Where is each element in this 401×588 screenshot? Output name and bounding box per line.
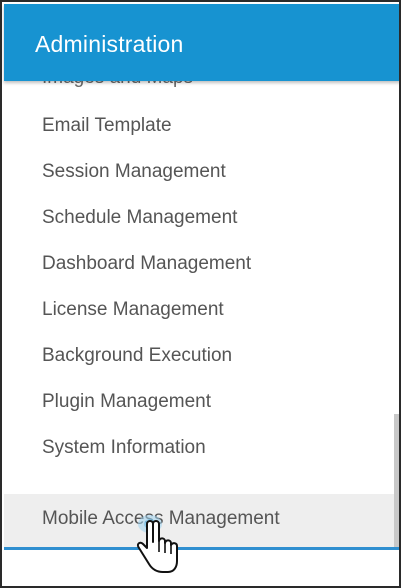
menu-item-license-management[interactable]: License Management <box>4 287 394 333</box>
menu-item-system-information[interactable]: System Information <box>4 425 394 471</box>
panel-header: Administration <box>4 4 399 81</box>
panel-title: Administration <box>35 31 184 57</box>
menu-item-background-execution[interactable]: Background Execution <box>4 333 394 379</box>
menu-item-dashboard-management[interactable]: Dashboard Management <box>4 241 394 287</box>
scrollbar-thumb[interactable] <box>394 414 399 548</box>
hand-pointer-icon <box>134 512 180 576</box>
menu-item-email-template[interactable]: Email Template <box>4 103 394 149</box>
menu-item-schedule-management[interactable]: Schedule Management <box>4 195 394 241</box>
administration-panel: Administration Images and Maps Email Tem… <box>0 0 401 588</box>
bottom-blank-area <box>4 550 399 586</box>
menu-item-session-management[interactable]: Session Management <box>4 149 394 195</box>
menu-item-images-and-maps[interactable]: Images and Maps <box>4 81 394 101</box>
menu-item-mobile-access-management[interactable]: Mobile Access Management <box>4 494 394 548</box>
menu-item-plugin-management[interactable]: Plugin Management <box>4 379 394 425</box>
admin-menu: Images and Maps Email Template Session M… <box>4 81 394 548</box>
